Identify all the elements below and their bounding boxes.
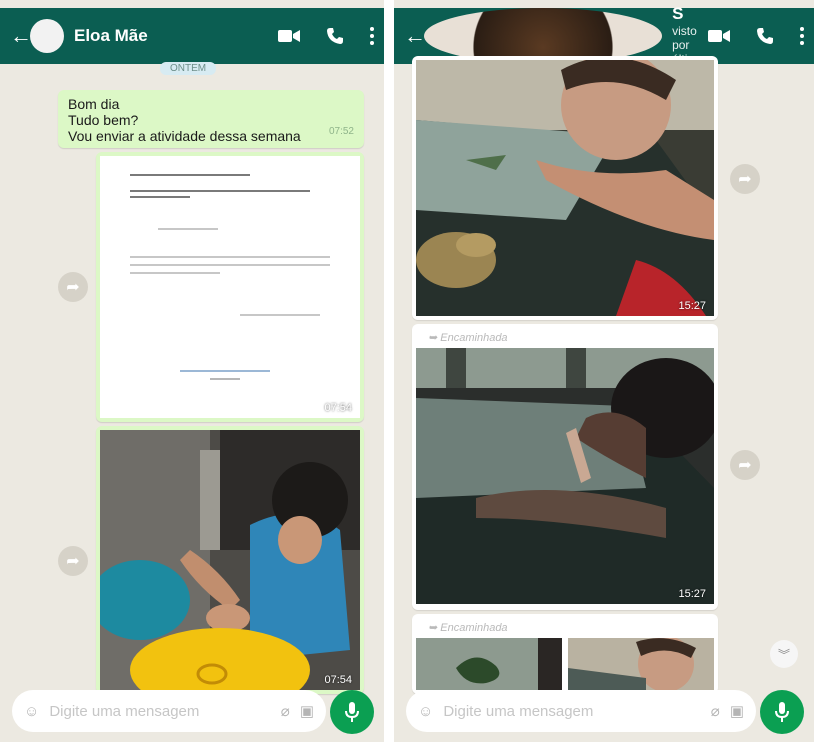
message-line: Vou enviar a atividade dessa semana <box>68 128 301 144</box>
forward-icon[interactable]: ➦ <box>58 272 88 302</box>
microphone-icon <box>345 702 359 722</box>
forwarded-photo-message[interactable]: ➥ Encaminhada <box>412 614 718 694</box>
child-at-table-photo: 15:27 <box>416 60 714 316</box>
message-composer[interactable]: ☺ Digite uma mensagem ⌀ ▣ <box>406 690 756 732</box>
left-chat-screen: ← Eloa Mãe ONTEM Bom dia Tudo bem? Vou e… <box>0 0 384 742</box>
document-message[interactable]: 07:54 <box>96 152 364 422</box>
emoji-icon[interactable]: ☺ <box>418 703 433 720</box>
chat-header: ← Eloa Mãe <box>0 8 384 64</box>
video-camera-icon[interactable] <box>708 29 730 43</box>
message-time: 07:54 <box>324 674 352 686</box>
date-divider: ONTEM <box>160 62 217 75</box>
message-time: 07:54 <box>324 402 352 414</box>
forwarded-photo-message[interactable]: ➥ Encaminhada 15:27 <box>412 324 718 610</box>
contact-name: Davi Luís S <box>672 0 707 23</box>
message-time: 15:27 <box>678 588 706 600</box>
arrow-left-icon[interactable]: ← <box>10 23 32 49</box>
camera-icon[interactable]: ▣ <box>300 702 314 720</box>
camera-icon[interactable]: ▣ <box>730 702 744 720</box>
message-time: 15:27 <box>678 300 706 312</box>
microphone-button[interactable] <box>330 690 374 734</box>
forwarded-label-text: Encaminhada <box>440 622 508 634</box>
paperclip-icon[interactable]: ⌀ <box>711 702 720 720</box>
contact-info[interactable]: Eloa Mãe <box>74 26 278 46</box>
message-composer[interactable]: ☺ Digite uma mensagem ⌀ ▣ <box>12 690 326 732</box>
contact-name: Eloa Mãe <box>74 26 148 45</box>
forward-icon[interactable]: ➦ <box>730 164 760 194</box>
forward-icon[interactable]: ➦ <box>730 450 760 480</box>
child-playing-photo: 07:54 <box>100 430 360 690</box>
photo-thumbnails <box>416 638 714 690</box>
more-vertical-icon[interactable] <box>370 27 374 45</box>
photo-message[interactable]: 15:27 <box>412 56 718 320</box>
message-input[interactable]: Digite uma mensagem <box>443 703 700 720</box>
video-camera-icon[interactable] <box>278 29 300 43</box>
chevron-double-down-icon[interactable]: ︾ <box>770 640 798 668</box>
message-line: Bom dia <box>68 96 120 112</box>
message-line: Tudo bem? <box>68 112 139 128</box>
emoji-icon[interactable]: ☺ <box>24 703 39 720</box>
child-painting-photo: 15:27 <box>416 348 714 604</box>
forwarded-label: ➥ Encaminhada <box>428 622 508 634</box>
phone-icon[interactable] <box>326 27 344 45</box>
message-time: 07:52 <box>328 126 354 137</box>
arrow-left-icon[interactable]: ← <box>404 23 426 49</box>
avatar[interactable] <box>30 19 64 53</box>
more-vertical-icon[interactable] <box>800 27 804 45</box>
forward-icon[interactable]: ➦ <box>58 546 88 576</box>
phone-icon[interactable] <box>756 27 774 45</box>
forwarded-label: ➥ Encaminhada <box>428 332 508 344</box>
paperclip-icon[interactable]: ⌀ <box>281 702 290 720</box>
forwarded-label-text: Encaminhada <box>440 332 508 344</box>
outgoing-text-message[interactable]: Bom dia Tudo bem? Vou enviar a atividade… <box>58 90 364 148</box>
right-chat-screen: ← Davi Luís S visto por último hoje às 1… <box>394 0 814 742</box>
microphone-icon <box>775 702 789 722</box>
photo-message[interactable]: 07:54 <box>96 426 364 694</box>
document-preview: 07:54 <box>100 156 360 418</box>
message-input[interactable]: Digite uma mensagem <box>49 703 270 720</box>
microphone-button[interactable] <box>760 690 804 734</box>
